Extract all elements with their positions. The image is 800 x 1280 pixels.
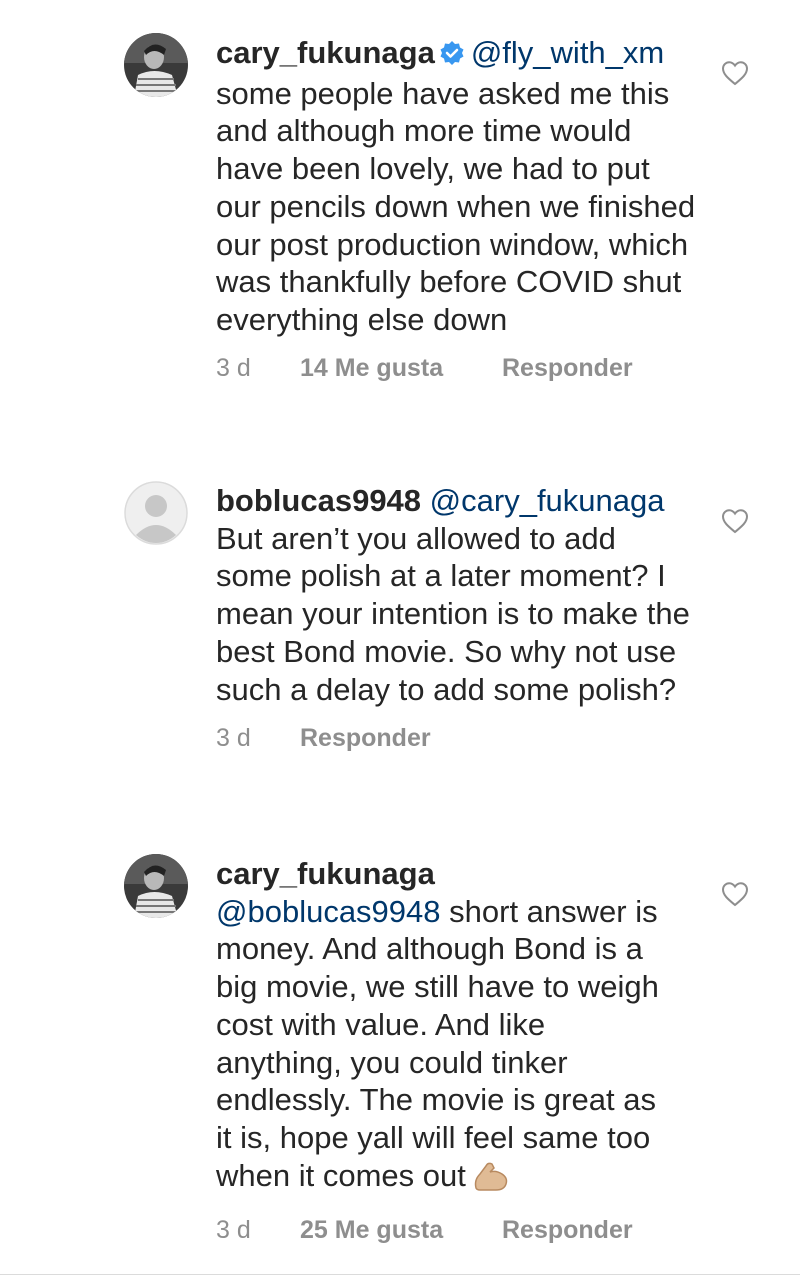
comment-text: short answer is money. And although Bond… <box>216 893 659 1193</box>
default-avatar-icon <box>124 481 188 545</box>
comment-username[interactable]: boblucas9948 <box>216 483 421 518</box>
reply-button[interactable]: Responder <box>502 1216 633 1245</box>
heart-icon[interactable] <box>721 508 749 534</box>
flexed-biceps-icon <box>472 1160 510 1201</box>
reply-button[interactable]: Responder <box>300 724 431 753</box>
comment-username[interactable]: cary_fukunaga <box>216 35 435 70</box>
comment-time: 3 d <box>216 723 251 752</box>
heart-icon[interactable] <box>721 881 749 907</box>
mention-link[interactable]: @boblucas9948 <box>216 894 441 929</box>
avatar[interactable] <box>124 481 188 545</box>
heart-icon[interactable] <box>721 60 749 86</box>
verified-badge-icon <box>439 37 465 75</box>
comment-time: 3 d <box>216 1215 251 1244</box>
comment-text: some people have asked me this and altho… <box>216 75 696 337</box>
comment-time: 3 d <box>216 354 251 383</box>
avatar[interactable] <box>124 854 188 918</box>
comment-text: But aren’t you allowed to add some polis… <box>216 520 690 707</box>
avatar[interactable] <box>124 33 188 97</box>
comment-username[interactable]: cary_fukunaga <box>216 856 435 891</box>
reply-button[interactable]: Responder <box>502 354 633 383</box>
divider <box>0 1274 800 1275</box>
user-photo-icon <box>124 854 188 918</box>
likes-count[interactable]: 25 Me gusta <box>300 1216 502 1245</box>
mention-link[interactable]: @fly_with_xm <box>471 35 664 70</box>
user-photo-icon <box>124 33 188 97</box>
likes-count[interactable]: 14 Me gusta <box>300 354 502 383</box>
mention-link[interactable]: @cary_fukunaga <box>430 483 665 518</box>
